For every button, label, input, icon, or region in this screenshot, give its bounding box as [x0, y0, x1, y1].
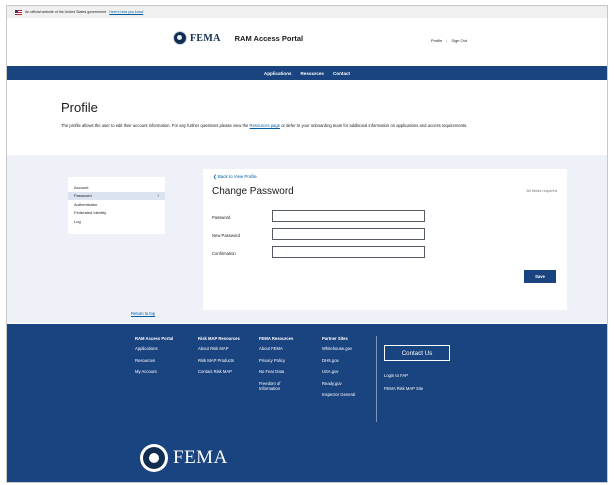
- sidebar-item-label: Password: [74, 193, 92, 199]
- sidebar-item-label: Authenticator: [74, 201, 98, 207]
- footer-link-about-risk-map[interactable]: About Risk MAP: [198, 346, 240, 351]
- dhs-seal-icon: [173, 31, 187, 45]
- fema-logo-text: FEMA: [190, 32, 221, 44]
- footer-link-inspector-general[interactable]: Inspector General: [322, 392, 355, 397]
- fema-risk-map-site-link[interactable]: FEMA Risk MAP Site: [384, 386, 423, 391]
- gov-banner: An official website of the United States…: [7, 6, 607, 18]
- intro-text: The profile allows the user to edit thei…: [61, 123, 531, 129]
- password-label: Password: [212, 215, 231, 220]
- footer-link-about-fema[interactable]: About FEMA: [259, 346, 293, 351]
- sidebar-item-account[interactable]: Account: [68, 183, 165, 192]
- primary-nav: Applications Resources Contact: [7, 66, 607, 80]
- footer-divider: [376, 336, 377, 422]
- footer-link-applications[interactable]: Applications: [135, 346, 173, 351]
- footer-link-whitehouse[interactable]: Whitehouse.gov: [322, 346, 355, 351]
- save-button[interactable]: Save: [524, 270, 556, 283]
- confirmation-input[interactable]: [272, 246, 425, 258]
- gov-banner-link[interactable]: Here's how you know: [109, 10, 143, 14]
- new-password-input[interactable]: [272, 228, 425, 240]
- profile-side-nav: Account Password › Authenticator Federate…: [68, 177, 165, 234]
- footer-heading: Risk MAP Resources: [198, 336, 240, 341]
- sidebar-item-authenticator[interactable]: Authenticator: [68, 200, 165, 209]
- dhs-seal-icon: [140, 444, 168, 472]
- sidebar-item-log[interactable]: Log: [68, 217, 165, 226]
- new-password-label: New Password: [212, 233, 240, 238]
- footer-link-resources[interactable]: Resources: [135, 358, 173, 363]
- sign-out-link[interactable]: Sign Out: [451, 38, 467, 43]
- nav-item-resources[interactable]: Resources: [300, 71, 324, 76]
- page-title: Profile: [61, 100, 98, 115]
- footer-link-privacy-policy[interactable]: Privacy Policy: [259, 358, 293, 363]
- browser-page: An official website of the United States…: [6, 5, 608, 483]
- nav-item-contact[interactable]: Contact: [333, 71, 350, 76]
- footer-link-usa[interactable]: USA.gov: [322, 369, 355, 374]
- contact-us-button[interactable]: Contact Us: [384, 345, 450, 361]
- footer-heading: FEMA Resources: [259, 336, 294, 341]
- sidebar-item-label: Log: [74, 218, 81, 224]
- password-input[interactable]: [272, 210, 425, 222]
- footer-heading: RAM Access Portal: [135, 336, 174, 341]
- site-footer: RAM Access Portal Applications Resources…: [7, 324, 607, 482]
- intro-text-after: or defer to your onboarding team for add…: [280, 123, 468, 128]
- card-title: Change Password: [212, 186, 294, 197]
- resources-page-link[interactable]: Resources page: [250, 123, 281, 128]
- sidebar-item-label: Account: [74, 184, 89, 190]
- back-to-view-profile-link[interactable]: ❮ Back to View Profile: [213, 174, 257, 180]
- footer-link-risk-map-products[interactable]: Risk MAP Products: [198, 358, 240, 363]
- footer-col-partner-sites: Partner Sites Whitehouse.gov DHS.gov USA…: [322, 336, 355, 404]
- footer-col-fema-resources: FEMA Resources About FEMA Privacy Policy…: [259, 336, 293, 398]
- us-flag-icon: [15, 9, 22, 15]
- footer-col-ram-access-portal: RAM Access Portal Applications Resources…: [135, 336, 173, 381]
- portal-title: RAM Access Portal: [234, 33, 304, 43]
- chevron-right-icon: ›: [157, 192, 159, 199]
- footer-col-risk-map-resources: Risk MAP Resources About Risk MAP Risk M…: [198, 336, 240, 381]
- footer-link-foia[interactable]: Freedom of Information: [259, 381, 293, 392]
- footer-logo[interactable]: FEMA: [140, 444, 228, 472]
- intro-section: Profile The profile allows the user to e…: [7, 80, 607, 155]
- sidebar-item-password[interactable]: Password ›: [68, 191, 165, 200]
- header-logo[interactable]: FEMA RAM Access Portal: [173, 31, 303, 45]
- main-area: Account Password › Authenticator Federate…: [7, 155, 607, 323]
- footer-link-no-fear-data[interactable]: No Fear Data: [259, 369, 293, 374]
- intro-text-before: The profile allows the user to edit thei…: [61, 123, 250, 128]
- footer-link-contact-risk-map[interactable]: Contact Risk MAP: [198, 369, 240, 374]
- confirmation-label: Confirmation: [212, 251, 236, 256]
- return-to-top-link[interactable]: Return to top: [131, 311, 155, 316]
- gov-banner-text: An official website of the United States…: [25, 10, 107, 14]
- footer-heading: Partner Sites: [322, 336, 348, 341]
- footer-link-my-account[interactable]: My Account: [135, 369, 173, 374]
- login-to-fap-link[interactable]: Login to FAP: [384, 373, 408, 378]
- user-links-separator: |: [446, 38, 448, 43]
- sidebar-item-label: Federated Identity: [74, 210, 107, 216]
- user-links: Profile | Sign Out: [431, 38, 467, 43]
- nav-item-applications[interactable]: Applications: [264, 71, 292, 76]
- required-fields-note: All fields required: [526, 188, 557, 193]
- footer-link-dhs[interactable]: DHS.gov: [322, 358, 355, 363]
- footer-fema-text: FEMA: [173, 447, 228, 468]
- profile-link[interactable]: Profile: [431, 38, 442, 43]
- footer-link-ready[interactable]: Ready.gov: [322, 381, 355, 386]
- sidebar-item-federated-identity[interactable]: Federated Identity: [68, 209, 165, 218]
- change-password-card: ❮ Back to View Profile Change Password A…: [203, 169, 567, 310]
- site-header: FEMA RAM Access Portal Profile | Sign Ou…: [7, 18, 607, 66]
